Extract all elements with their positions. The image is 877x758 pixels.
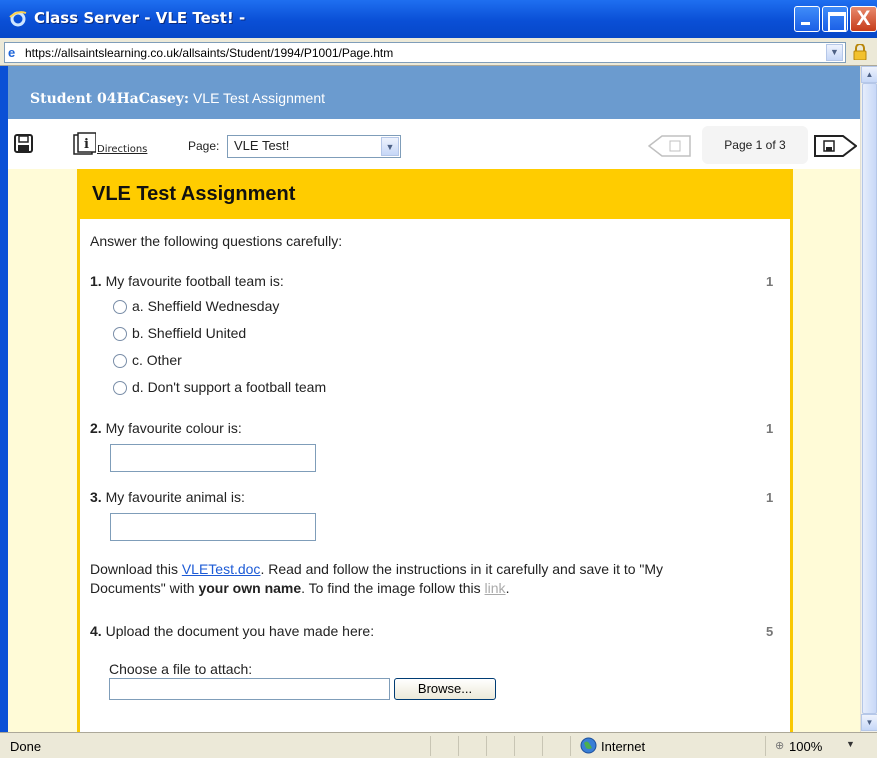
instruction-text: . Read and follow the instructions in it… — [260, 561, 664, 577]
question-text: Upload the document you have made here: — [105, 623, 375, 639]
radio-option-b[interactable] — [113, 327, 127, 341]
svg-text:i: i — [84, 137, 89, 152]
question-4: 4. Upload the document you have made her… — [90, 623, 374, 639]
vletest-doc-link[interactable]: VLETest.doc — [182, 561, 261, 577]
address-dropdown-icon[interactable]: ▼ — [826, 44, 843, 61]
question-marks: 1 — [766, 421, 774, 436]
intro-text: Answer the following questions carefully… — [90, 233, 343, 249]
image-link[interactable]: link — [485, 580, 506, 596]
radio-option-c[interactable] — [113, 354, 127, 368]
question-text: My favourite colour is: — [105, 420, 242, 436]
address-url: https://allsaintslearning.co.uk/allsaint… — [25, 46, 394, 60]
page-icon: e — [8, 45, 16, 60]
question-marks: 1 — [766, 274, 774, 289]
status-divider — [486, 736, 487, 756]
address-bar: e https://allsaintslearning.co.uk/allsai… — [0, 38, 877, 66]
assignment-header: Student 04HaCasey: VLE Test Assignment — [8, 66, 860, 119]
scroll-up-icon[interactable]: ▲ — [861, 66, 877, 83]
ie-icon — [9, 11, 27, 27]
zoom-icon[interactable]: ⊕ — [775, 739, 784, 752]
page-select-value: VLE Test! — [234, 138, 290, 153]
page-select[interactable]: VLE Test! ▼ — [227, 135, 401, 158]
title-bar: Class Server - VLE Test! - X — [0, 0, 877, 38]
browse-button[interactable]: Browse... — [394, 678, 496, 700]
page-label: Page: — [188, 139, 220, 153]
file-attach-label: Choose a file to attach: — [109, 661, 253, 677]
status-divider — [514, 736, 515, 756]
question-2: 2. My favourite colour is: — [90, 420, 242, 436]
lock-icon — [853, 44, 867, 60]
question-text: My favourite football team is: — [105, 273, 284, 289]
instruction-text: Documents" with — [90, 580, 199, 596]
directions-icon[interactable]: i — [72, 132, 96, 156]
animal-input[interactable] — [110, 513, 316, 541]
question-number: 4. — [90, 623, 102, 639]
zoom-dropdown-icon[interactable]: ▼ — [846, 739, 855, 749]
security-zone: Internet — [601, 739, 646, 754]
student-name: Student 04HaCasey: VLE Test Assignment — [30, 90, 325, 107]
window-frame — [0, 66, 8, 732]
instruction-text: Download this — [90, 561, 182, 577]
vertical-scrollbar[interactable]: ▲ ▼ — [860, 66, 877, 732]
status-divider — [570, 736, 571, 756]
assignment-content: VLE Test Assignment Answer the following… — [77, 169, 793, 732]
close-icon: X — [856, 7, 871, 30]
status-divider — [430, 736, 431, 756]
question-number: 2. — [90, 420, 102, 436]
question-number: 3. — [90, 489, 102, 505]
option-label: c. Other — [132, 352, 182, 368]
download-instructions-line1: Download this VLETest.doc. Read and foll… — [90, 561, 663, 577]
radio-option-a[interactable] — [113, 300, 127, 314]
option-label: a. Sheffield Wednesday — [132, 298, 280, 314]
page-viewport: Student 04HaCasey: VLE Test Assignment i… — [8, 66, 860, 732]
globe-icon — [580, 737, 597, 754]
close-button[interactable]: X — [850, 6, 877, 32]
status-bar: Done Internet ⊕ 100% ▼ — [0, 732, 877, 758]
question-marks: 1 — [766, 490, 774, 505]
student-label: Student 04HaCasey: — [30, 91, 190, 107]
radio-option-d[interactable] — [113, 381, 127, 395]
question-text: My favourite animal is: — [105, 489, 245, 505]
directions-link[interactable]: Directions — [97, 144, 147, 155]
save-icon[interactable] — [14, 134, 33, 153]
maximize-button[interactable] — [822, 6, 848, 32]
zoom-level[interactable]: 100% — [789, 739, 822, 754]
next-page-icon[interactable] — [814, 135, 857, 157]
instruction-text: . To find the image follow this — [301, 580, 485, 596]
status-text: Done — [10, 739, 42, 754]
colour-input[interactable] — [110, 444, 316, 472]
instruction-text: . — [505, 580, 510, 596]
option-label: b. Sheffield United — [132, 325, 247, 341]
instruction-emphasis: your own name — [198, 580, 302, 596]
prev-page-icon[interactable] — [648, 135, 691, 157]
address-field[interactable]: e https://allsaintslearning.co.uk/allsai… — [4, 42, 846, 63]
assignment-banner: VLE Test Assignment — [80, 169, 790, 219]
minimize-button[interactable] — [794, 6, 820, 32]
status-divider — [542, 736, 543, 756]
page-toolbar: i Directions Page: VLE Test! ▼ Page 1 of… — [8, 119, 860, 169]
file-path-input[interactable] — [109, 678, 390, 700]
option-label: d. Don't support a football team — [132, 379, 327, 395]
status-divider — [765, 736, 766, 756]
chevron-down-icon[interactable]: ▼ — [381, 137, 399, 156]
scroll-thumb[interactable] — [862, 83, 877, 714]
question-marks: 5 — [766, 624, 774, 639]
question-number: 1. — [90, 273, 102, 289]
window-title: Class Server - VLE Test! - — [34, 9, 246, 27]
page-counter: Page 1 of 3 — [702, 126, 808, 164]
download-instructions-line2: Documents" with your own name. To find t… — [90, 580, 509, 596]
header-assignment-name: VLE Test Assignment — [192, 90, 325, 106]
scroll-down-icon[interactable]: ▼ — [861, 714, 877, 731]
question-3: 3. My favourite animal is: — [90, 489, 245, 505]
status-divider — [458, 736, 459, 756]
assignment-title: VLE Test Assignment — [92, 183, 296, 205]
question-1: 1. My favourite football team is: — [90, 273, 284, 289]
